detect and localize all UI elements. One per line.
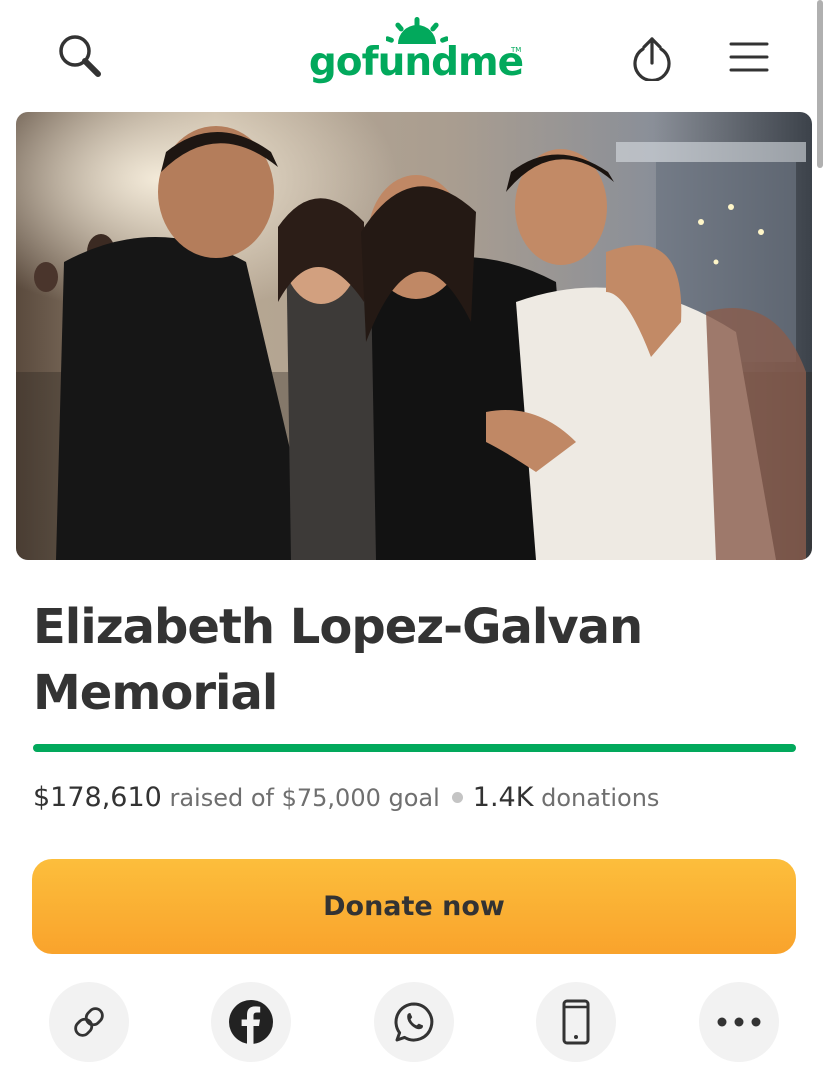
donate-now-button[interactable]: Donate now bbox=[32, 859, 796, 954]
donations-label: donations bbox=[541, 784, 660, 812]
menu-button[interactable] bbox=[722, 30, 776, 84]
device-share-button[interactable] bbox=[536, 982, 616, 1062]
share-upload-icon bbox=[633, 37, 671, 81]
scrollbar[interactable] bbox=[817, 0, 823, 168]
search-button[interactable] bbox=[52, 28, 108, 84]
donations-count: 1.4K bbox=[472, 782, 534, 813]
more-options-button[interactable] bbox=[699, 982, 779, 1062]
amount-raised: $178,610 bbox=[33, 782, 162, 813]
whatsapp-share-button[interactable] bbox=[374, 982, 454, 1062]
share-button[interactable] bbox=[625, 30, 679, 84]
gofundme-logo[interactable]: gofundme TM bbox=[304, 14, 528, 98]
more-dots-icon bbox=[717, 1017, 761, 1027]
logo-wordmark: gofundme bbox=[308, 40, 524, 85]
facebook-share-button[interactable] bbox=[211, 982, 291, 1062]
goal-text: raised of $75,000 goal bbox=[169, 784, 440, 812]
copy-link-button[interactable] bbox=[49, 982, 129, 1062]
progress-bar bbox=[33, 744, 796, 752]
top-header: gofundme TM bbox=[0, 0, 828, 110]
campaign-photo bbox=[16, 112, 812, 560]
search-icon bbox=[59, 35, 101, 77]
link-icon bbox=[74, 1007, 104, 1037]
hamburger-menu-icon bbox=[729, 42, 769, 72]
campaign-photo-illustration bbox=[16, 112, 812, 560]
facebook-icon bbox=[229, 1000, 273, 1044]
progress-bar-fill bbox=[33, 744, 796, 752]
phone-icon bbox=[562, 999, 590, 1045]
separator-dot bbox=[451, 791, 463, 803]
share-options-row bbox=[0, 982, 828, 1062]
funding-stats: $178,610 raised of $75,000 goal 1.4K dona… bbox=[33, 778, 813, 818]
logo-trademark: TM bbox=[511, 46, 522, 54]
whatsapp-icon bbox=[394, 1002, 434, 1042]
campaign-title: Elizabeth Lopez-Galvan Memorial bbox=[33, 599, 643, 721]
